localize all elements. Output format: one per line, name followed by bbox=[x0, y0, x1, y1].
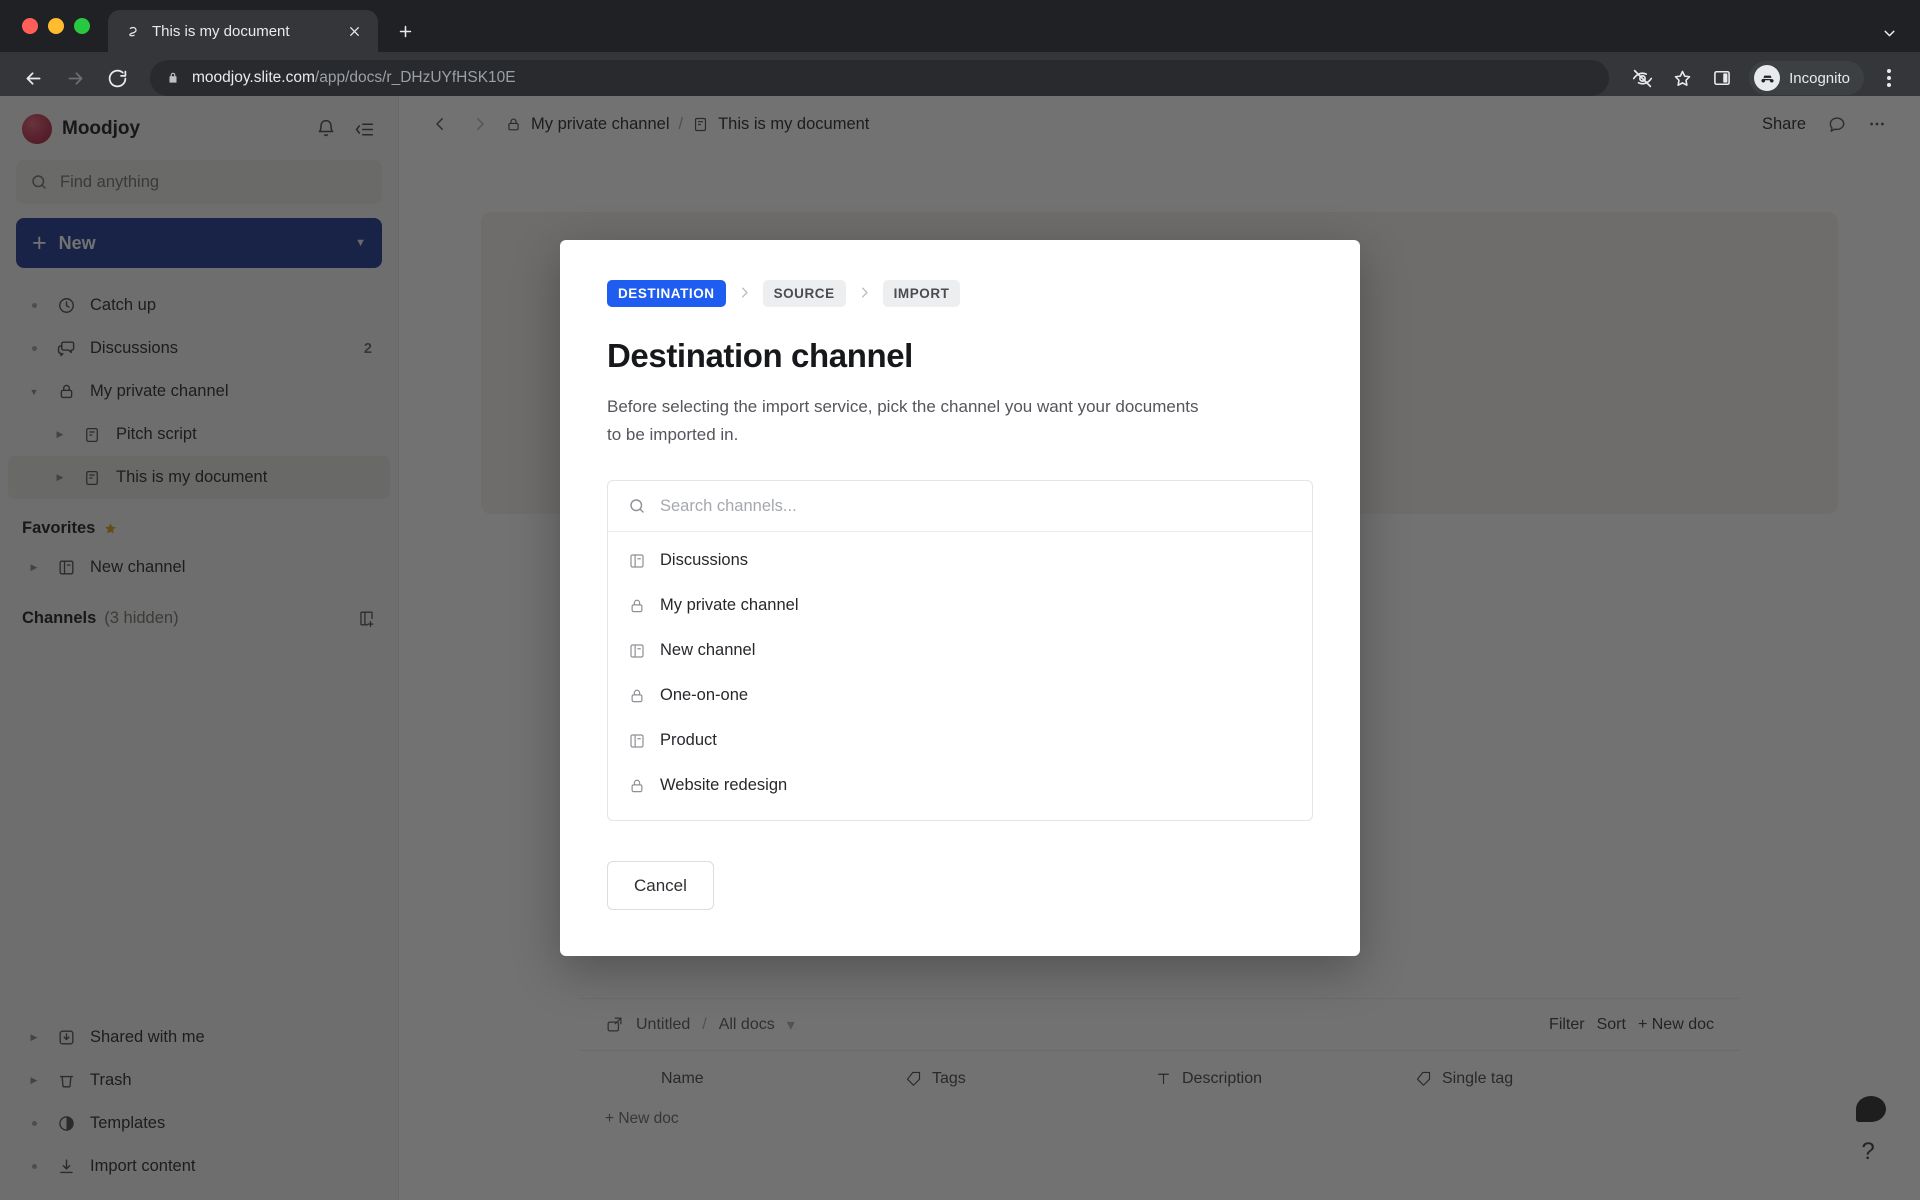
web-app-viewport: Moodjoy Find anything + New bbox=[0, 96, 1920, 1200]
modal-description: Before selecting the import service, pic… bbox=[607, 397, 1199, 444]
tabstrip-right-controls bbox=[1876, 20, 1902, 46]
step-source[interactable]: SOURCE bbox=[762, 280, 846, 307]
step-destination[interactable]: DESTINATION bbox=[607, 280, 726, 307]
channel-search-input[interactable] bbox=[660, 496, 1292, 516]
browser-tab[interactable]: This is my document bbox=[108, 10, 378, 52]
channel-label: Website redesign bbox=[660, 776, 788, 795]
modal-step-indicator: DESTINATION SOURCE IMPORT bbox=[607, 280, 1313, 307]
slite-icon bbox=[124, 22, 142, 40]
address-bar[interactable]: moodjoy.slite.com/app/docs/r_DHzUYfHSK10… bbox=[150, 60, 1610, 96]
lock-icon bbox=[628, 687, 646, 705]
step-import[interactable]: IMPORT bbox=[882, 280, 961, 307]
lock-icon bbox=[628, 597, 646, 615]
search-icon bbox=[628, 497, 646, 515]
address-bar-url: moodjoy.slite.com/app/docs/r_DHzUYfHSK10… bbox=[192, 69, 516, 87]
back-arrow-icon[interactable] bbox=[14, 59, 52, 97]
chevron-down-icon[interactable] bbox=[1876, 20, 1902, 46]
channel-option-new-channel[interactable]: New channel bbox=[608, 628, 1312, 673]
profile-incognito-button[interactable]: Incognito bbox=[1749, 61, 1864, 95]
url-path: /app/docs/r_DHzUYfHSK10E bbox=[314, 69, 516, 86]
url-host: moodjoy.slite.com bbox=[192, 69, 315, 86]
lock-icon bbox=[166, 71, 180, 85]
channel-icon bbox=[628, 732, 646, 750]
channel-option-discussions[interactable]: Discussions bbox=[608, 538, 1312, 583]
channel-search-row bbox=[608, 481, 1312, 533]
channel-label: My private channel bbox=[660, 596, 799, 615]
toolbar-actions: Incognito bbox=[1623, 59, 1906, 97]
channel-option-product[interactable]: Product bbox=[608, 718, 1312, 763]
side-panel-icon[interactable] bbox=[1703, 59, 1741, 97]
cancel-button[interactable]: Cancel bbox=[607, 861, 714, 911]
import-destination-modal: DESTINATION SOURCE IMPORT Destination ch… bbox=[560, 240, 1360, 957]
kebab-menu-icon[interactable] bbox=[1872, 61, 1906, 95]
forward-arrow-icon bbox=[56, 59, 94, 97]
channel-picker: Discussions My private channel New chann… bbox=[607, 480, 1313, 822]
eye-off-icon[interactable] bbox=[1623, 59, 1661, 97]
channel-label: New channel bbox=[660, 641, 756, 660]
profile-label: Incognito bbox=[1789, 69, 1850, 87]
channel-list: Discussions My private channel New chann… bbox=[608, 532, 1312, 820]
browser-tab-title: This is my document bbox=[152, 22, 290, 40]
browser-window: This is my document moodjoy.slite.com/ap… bbox=[0, 0, 1920, 1200]
channel-option-my-private-channel[interactable]: My private channel bbox=[608, 583, 1312, 628]
chevron-right-icon bbox=[737, 285, 752, 303]
channel-icon bbox=[628, 642, 646, 660]
channel-icon bbox=[628, 552, 646, 570]
channel-label: Product bbox=[660, 731, 717, 750]
reload-icon[interactable] bbox=[98, 59, 136, 97]
channel-option-website-redesign[interactable]: Website redesign bbox=[608, 763, 1312, 808]
chevron-right-icon bbox=[857, 285, 872, 303]
minimize-window-button[interactable] bbox=[48, 18, 64, 34]
lock-icon bbox=[628, 777, 646, 795]
modal-footer: Cancel bbox=[607, 861, 1313, 911]
browser-tabstrip: This is my document bbox=[0, 0, 1920, 52]
window-traffic-lights bbox=[14, 0, 108, 52]
star-icon[interactable] bbox=[1663, 59, 1701, 97]
incognito-icon bbox=[1754, 65, 1781, 91]
close-window-button[interactable] bbox=[22, 18, 38, 34]
close-icon[interactable] bbox=[342, 19, 366, 43]
channel-label: One-on-one bbox=[660, 686, 749, 705]
channel-option-one-on-one[interactable]: One-on-one bbox=[608, 673, 1312, 718]
new-tab-button[interactable] bbox=[388, 14, 422, 48]
channel-label: Discussions bbox=[660, 551, 749, 570]
maximize-window-button[interactable] bbox=[74, 18, 90, 34]
modal-title: Destination channel bbox=[607, 337, 913, 374]
